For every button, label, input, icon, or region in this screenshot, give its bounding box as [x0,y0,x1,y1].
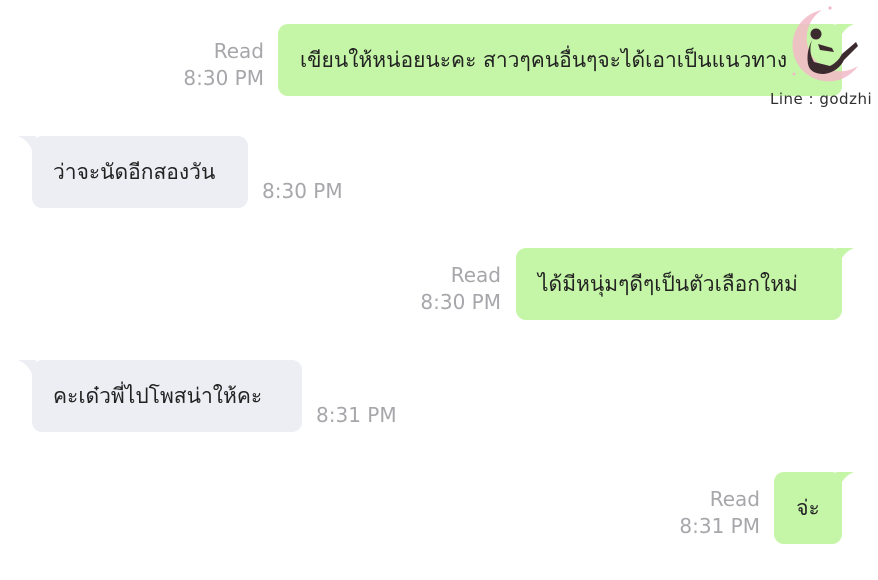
message-text: ว่าจะนัดอีกสองวัน [53,159,216,184]
read-receipt: Read [709,487,760,511]
outgoing-message-bubble[interactable]: จ่ะ [774,472,842,544]
watermark-logo: Line : godzhi [766,4,874,110]
message-meta: Read 8:30 PM [183,38,264,92]
chat-thread: Read 8:30 PM เขียนให้หน่อยนะคะ สาวๆคนอื่… [0,0,878,580]
message-text: คะเด๋วพี่ไปโพสน่าให้คะ [53,383,263,408]
message-time: 8:31 PM [316,403,397,427]
message-meta: Read 8:30 PM [420,262,501,316]
message-row-outgoing: Read 8:30 PM ได้มีหนุ่มๆดีๆเป็นตัวเลือกใ… [0,248,878,328]
outgoing-message-bubble[interactable]: เขียนให้หน่อยนะคะ สาวๆคนอื่นๆจะได้เอาเป็… [278,24,842,96]
message-text: จ่ะ [796,495,820,520]
bubble-tail [836,248,854,262]
message-text: ได้มีหนุ่มๆดีๆเป็นตัวเลือกใหม่ [538,271,798,296]
incoming-message-bubble[interactable]: ว่าจะนัดอีกสองวัน [32,136,248,208]
incoming-message-bubble[interactable]: คะเด๋วพี่ไปโพสน่าให้คะ [32,360,302,432]
watermark-caption: Line : godzhi [770,90,873,108]
message-row-outgoing: Read 8:31 PM จ่ะ [0,472,878,552]
read-receipt: Read [213,39,264,63]
message-time: 8:30 PM [262,179,343,203]
bubble-tail [836,472,854,486]
read-receipt: Read [450,263,501,287]
message-time: 8:30 PM [183,66,264,90]
moon-silhouette-logo-icon [792,6,858,82]
message-row-incoming: คะเด๋วพี่ไปโพสน่าให้คะ 8:31 PM [0,360,878,440]
message-row-outgoing: Read 8:30 PM เขียนให้หน่อยนะคะ สาวๆคนอื่… [0,24,878,104]
outgoing-message-bubble[interactable]: ได้มีหนุ่มๆดีๆเป็นตัวเลือกใหม่ [516,248,842,320]
message-text: เขียนให้หน่อยนะคะ สาวๆคนอื่นๆจะได้เอาเป็… [300,47,788,72]
message-time: 8:31 PM [679,514,760,538]
message-meta: Read 8:31 PM [679,486,760,540]
message-row-incoming: ว่าจะนัดอีกสองวัน 8:30 PM [0,136,878,216]
message-time: 8:30 PM [420,290,501,314]
